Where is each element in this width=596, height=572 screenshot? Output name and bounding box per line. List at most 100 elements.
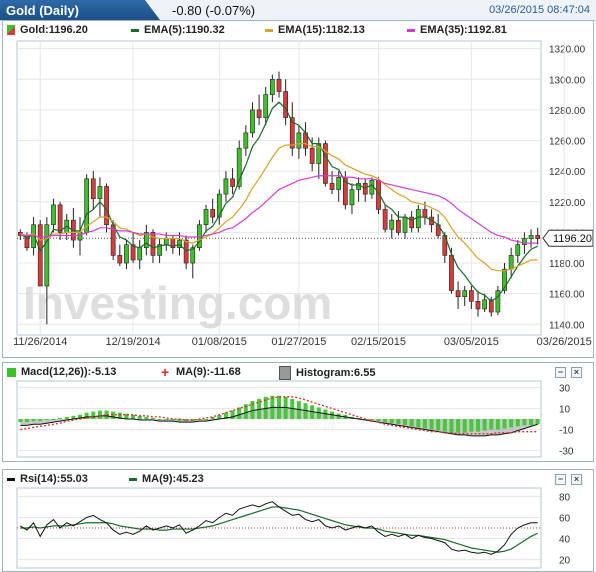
histogram-bar bbox=[204, 419, 209, 420]
histogram-bar bbox=[502, 419, 507, 429]
x-tick-label: 01/08/2015 bbox=[192, 336, 247, 348]
price-panel: Gold:1196.20 EMA(5):1190.32 EMA(15):1182… bbox=[2, 20, 594, 358]
candle bbox=[356, 183, 361, 190]
candle bbox=[528, 235, 534, 239]
candle bbox=[309, 147, 315, 164]
candle bbox=[402, 216, 408, 233]
price-chart[interactable]: 1320.00 1300.00 1280.00 1260.00 1240.00 1220.… bbox=[3, 21, 593, 357]
candle bbox=[389, 219, 395, 230]
candle bbox=[283, 91, 288, 118]
candle bbox=[223, 178, 229, 195]
candle bbox=[77, 232, 83, 241]
candle bbox=[117, 255, 123, 264]
histogram-bar bbox=[396, 419, 401, 425]
macd-y-tick-label: -30 bbox=[559, 447, 574, 458]
histogram-bar bbox=[422, 419, 427, 429]
candle bbox=[104, 186, 109, 226]
histogram-bar bbox=[38, 419, 43, 422]
rsi-chart[interactable]: 80 60 40 20 bbox=[3, 470, 593, 571]
histogram-bar bbox=[150, 417, 155, 419]
rsi-y-tick-label: 40 bbox=[559, 535, 571, 546]
candle bbox=[535, 235, 541, 239]
x-tick-label: 11/26/2014 bbox=[13, 336, 67, 348]
candle bbox=[44, 224, 50, 287]
histogram-bar bbox=[230, 410, 235, 419]
histogram-bar bbox=[436, 419, 441, 431]
candle bbox=[349, 189, 355, 206]
histogram-bar bbox=[64, 416, 69, 419]
timestamp: 03/26/2015 08:47:04 bbox=[489, 4, 590, 16]
histogram-bar bbox=[475, 419, 480, 432]
y-tick-label: 1300.00 bbox=[549, 75, 586, 86]
candle bbox=[396, 219, 401, 233]
watermark: Investing.com bbox=[23, 277, 332, 329]
rsi-y-tick-label: 80 bbox=[559, 492, 571, 503]
histogram-bar bbox=[529, 419, 534, 426]
macd-y-tick-label: -10 bbox=[559, 426, 574, 437]
candle bbox=[276, 78, 282, 92]
candle bbox=[296, 132, 302, 149]
candle bbox=[37, 224, 43, 287]
histogram-bar bbox=[403, 419, 408, 426]
histogram-bar bbox=[495, 419, 500, 430]
histogram-bar bbox=[18, 419, 23, 423]
macd-chart[interactable]: 30 10 -10 -30 bbox=[3, 363, 593, 461]
histogram-bar bbox=[376, 419, 381, 422]
histogram-bar bbox=[157, 419, 162, 420]
histogram-bar bbox=[535, 419, 540, 425]
histogram-bar bbox=[44, 419, 49, 421]
rsi-y-tick-label: 60 bbox=[559, 513, 571, 524]
y-tick-label: 1140.00 bbox=[549, 320, 585, 331]
candle bbox=[508, 255, 514, 270]
rsi-panel: Rsi(14):55.03 MA(9):45.23 − × 80 60 40 20 bbox=[2, 469, 594, 572]
y-tick-label: 1180.00 bbox=[549, 259, 585, 270]
instrument-title: Gold (Daily) bbox=[6, 3, 79, 18]
candle bbox=[475, 301, 481, 310]
candle bbox=[382, 209, 388, 230]
candle bbox=[137, 247, 143, 261]
candle bbox=[230, 178, 235, 187]
candle bbox=[515, 244, 521, 256]
macd-y-tick-label: 10 bbox=[559, 404, 571, 415]
candle bbox=[51, 204, 56, 226]
candle bbox=[203, 209, 209, 226]
candle bbox=[163, 238, 169, 245]
current-price-label: 1196.20 bbox=[553, 233, 592, 245]
x-tick-label: 03/05/2015 bbox=[444, 336, 499, 348]
y-tick-label: 1320.00 bbox=[549, 45, 586, 56]
y-tick-label: 1260.00 bbox=[549, 137, 586, 148]
histogram-bar bbox=[416, 419, 421, 428]
histogram-bar bbox=[489, 419, 494, 430]
candle bbox=[449, 255, 454, 291]
y-tick-label: 1240.00 bbox=[549, 167, 586, 178]
candle bbox=[243, 132, 249, 149]
price-change: -0.80 (-0.07%) bbox=[172, 3, 256, 18]
candle bbox=[90, 178, 96, 200]
histogram-bar bbox=[51, 419, 56, 420]
candle bbox=[336, 176, 342, 190]
histogram-bar bbox=[515, 419, 520, 427]
header-bar: Gold (Daily) -0.80 (-0.07%) 03/26/2015 0… bbox=[0, 0, 596, 21]
histogram-bar bbox=[383, 419, 388, 423]
histogram-bar bbox=[522, 419, 527, 426]
histogram-bar bbox=[409, 419, 414, 427]
candle bbox=[183, 239, 189, 264]
candle bbox=[455, 290, 461, 298]
histogram-bar bbox=[369, 419, 374, 421]
rsi-y-tick-label: 20 bbox=[559, 556, 571, 567]
histogram-bar bbox=[469, 419, 474, 432]
histogram-bar bbox=[429, 419, 434, 430]
x-tick-label: 02/15/2015 bbox=[351, 336, 406, 348]
histogram-bar bbox=[97, 410, 102, 419]
y-tick-label: 1160.00 bbox=[549, 290, 585, 301]
candle bbox=[270, 78, 275, 95]
histogram-bar bbox=[31, 419, 36, 422]
candle bbox=[468, 290, 474, 302]
histogram-bar bbox=[389, 419, 394, 424]
candle bbox=[362, 183, 368, 195]
x-tick-label: 01/27/2015 bbox=[271, 336, 326, 348]
candle bbox=[210, 209, 216, 218]
candle bbox=[256, 109, 262, 118]
histogram-bar bbox=[144, 416, 149, 419]
histogram-bar bbox=[509, 419, 514, 428]
